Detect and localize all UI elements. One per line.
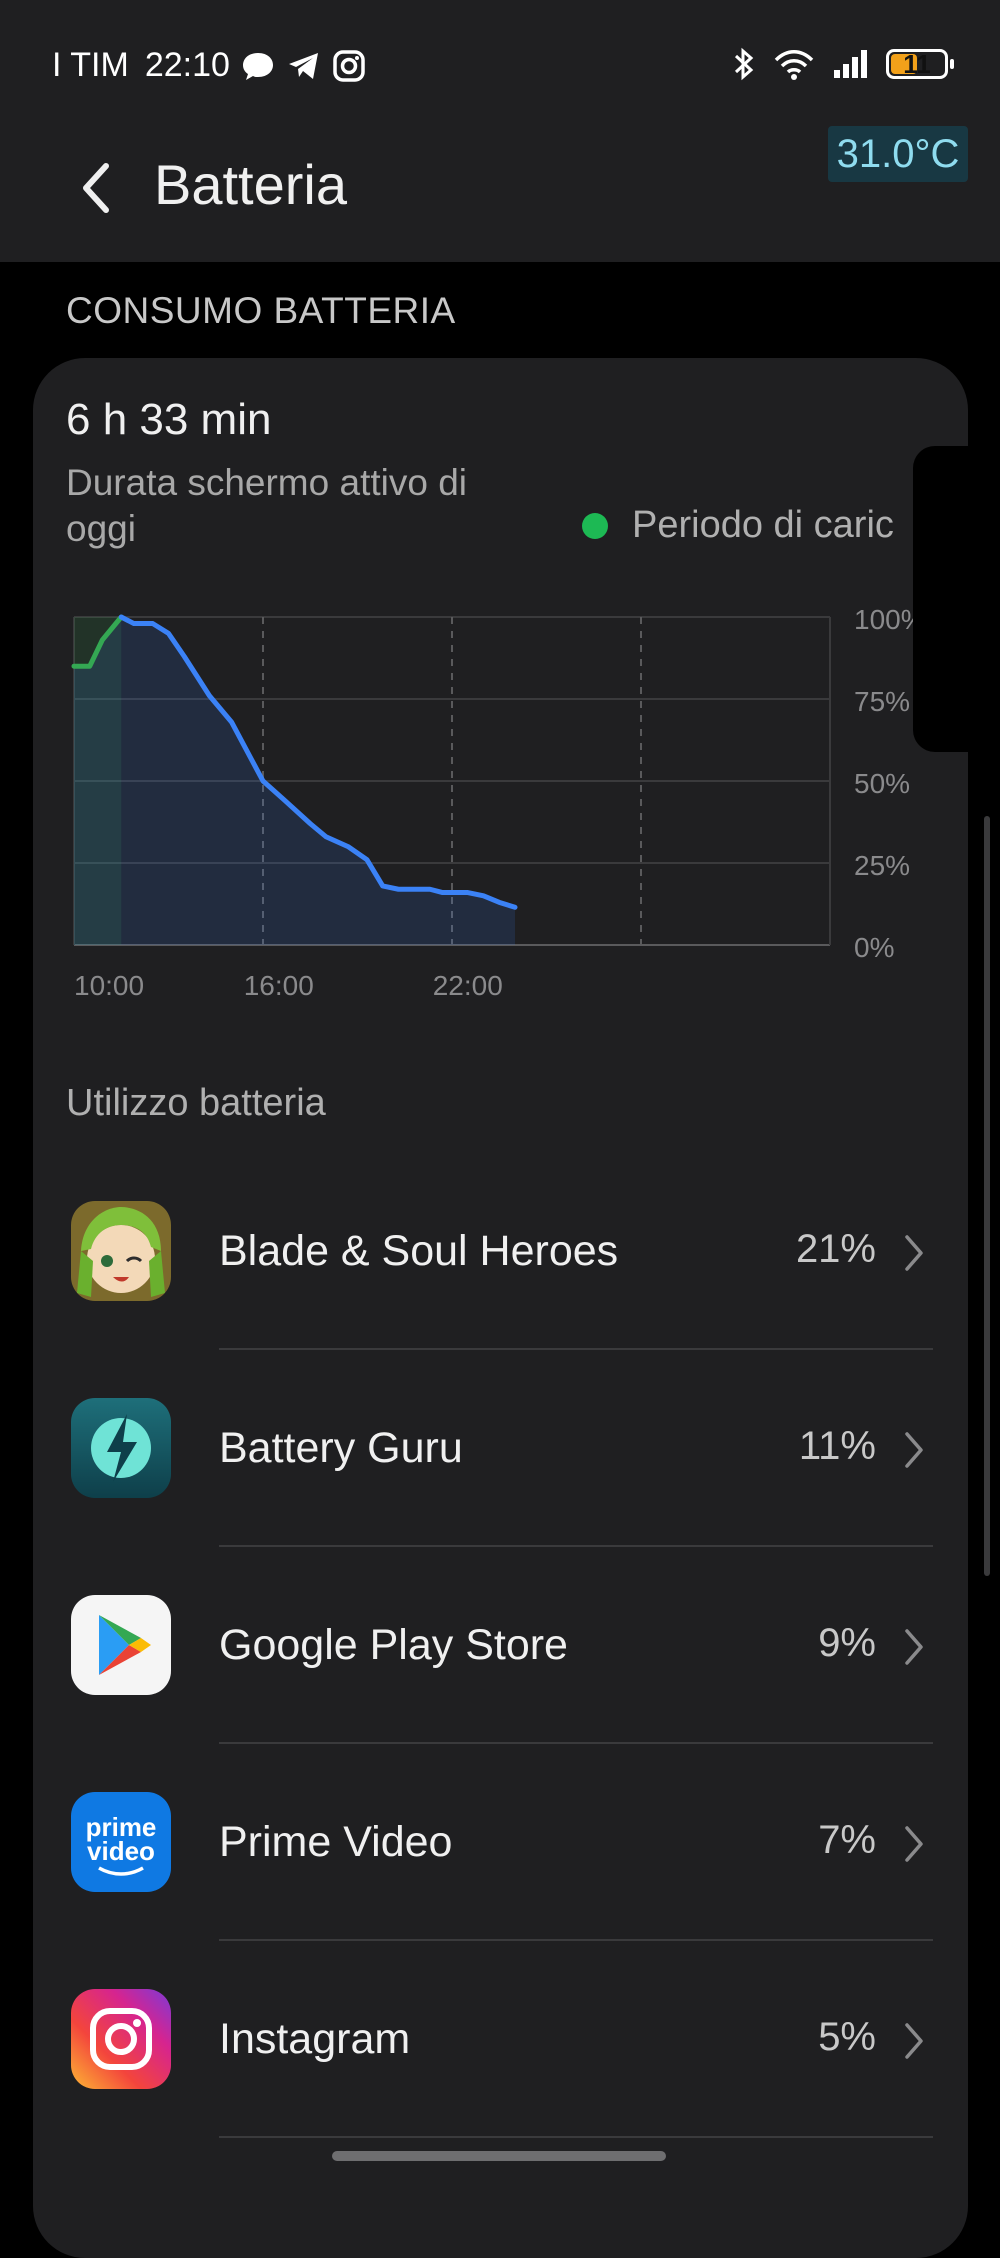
blade-soul-heroes-icon: [71, 1201, 171, 1301]
app-row-battery-guru[interactable]: Battery Guru 11%: [33, 1350, 968, 1547]
app-name: Instagram: [219, 2015, 411, 2063]
app-row-blade-soul-heroes[interactable]: Blade & Soul Heroes 21%: [33, 1153, 968, 1350]
google-play-icon: [71, 1595, 171, 1695]
x-tick-label: 10:00: [74, 970, 144, 1001]
app-percent: 21%: [795, 1227, 876, 1271]
app-percent: 7%: [818, 1818, 876, 1862]
prime-icon-text-bottom: video: [87, 1836, 155, 1866]
y-tick-label: 25%: [854, 850, 910, 881]
usage-label: Utilizzo batteria: [66, 1082, 326, 1124]
app-percent: 11%: [798, 1424, 876, 1468]
app-row-prime-video[interactable]: prime video Prime Video 7%: [33, 1744, 968, 1941]
instagram-app-icon: [71, 1989, 171, 2089]
x-tick-label: 16:00: [244, 970, 314, 1001]
y-tick-label: 50%: [854, 768, 910, 799]
app-percent: 5%: [818, 2015, 876, 2059]
chevron-right-icon: [905, 1629, 923, 1665]
chevron-right-icon: [905, 1432, 923, 1468]
chevron-right-icon: [905, 1235, 923, 1271]
y-tick-label: 0%: [854, 932, 894, 963]
divider: [219, 2136, 933, 2138]
chevron-right-icon: [905, 1826, 923, 1862]
app-name: Battery Guru: [219, 1424, 463, 1472]
home-indicator[interactable]: [332, 2151, 666, 2161]
prime-video-icon: prime video: [71, 1792, 171, 1892]
y-tick-label: 75%: [854, 686, 910, 717]
scrollbar[interactable]: [984, 816, 990, 1576]
side-panel-handle[interactable]: [913, 446, 1000, 752]
app-name: Prime Video: [219, 1818, 453, 1866]
app-name: Blade & Soul Heroes: [219, 1227, 619, 1275]
x-tick-label: 22:00: [433, 970, 503, 1001]
app-row-google-play-store[interactable]: Google Play Store 9%: [33, 1547, 968, 1744]
app-percent: 9%: [818, 1621, 876, 1665]
battery-chart[interactable]: 100%75%50%25%0%10:00 16:00 22:00: [0, 0, 1000, 1020]
app-name: Google Play Store: [219, 1621, 568, 1669]
battery-guru-icon: [71, 1398, 171, 1498]
chevron-right-icon: [905, 2023, 923, 2059]
app-row-instagram[interactable]: Instagram 5%: [33, 1941, 968, 2138]
